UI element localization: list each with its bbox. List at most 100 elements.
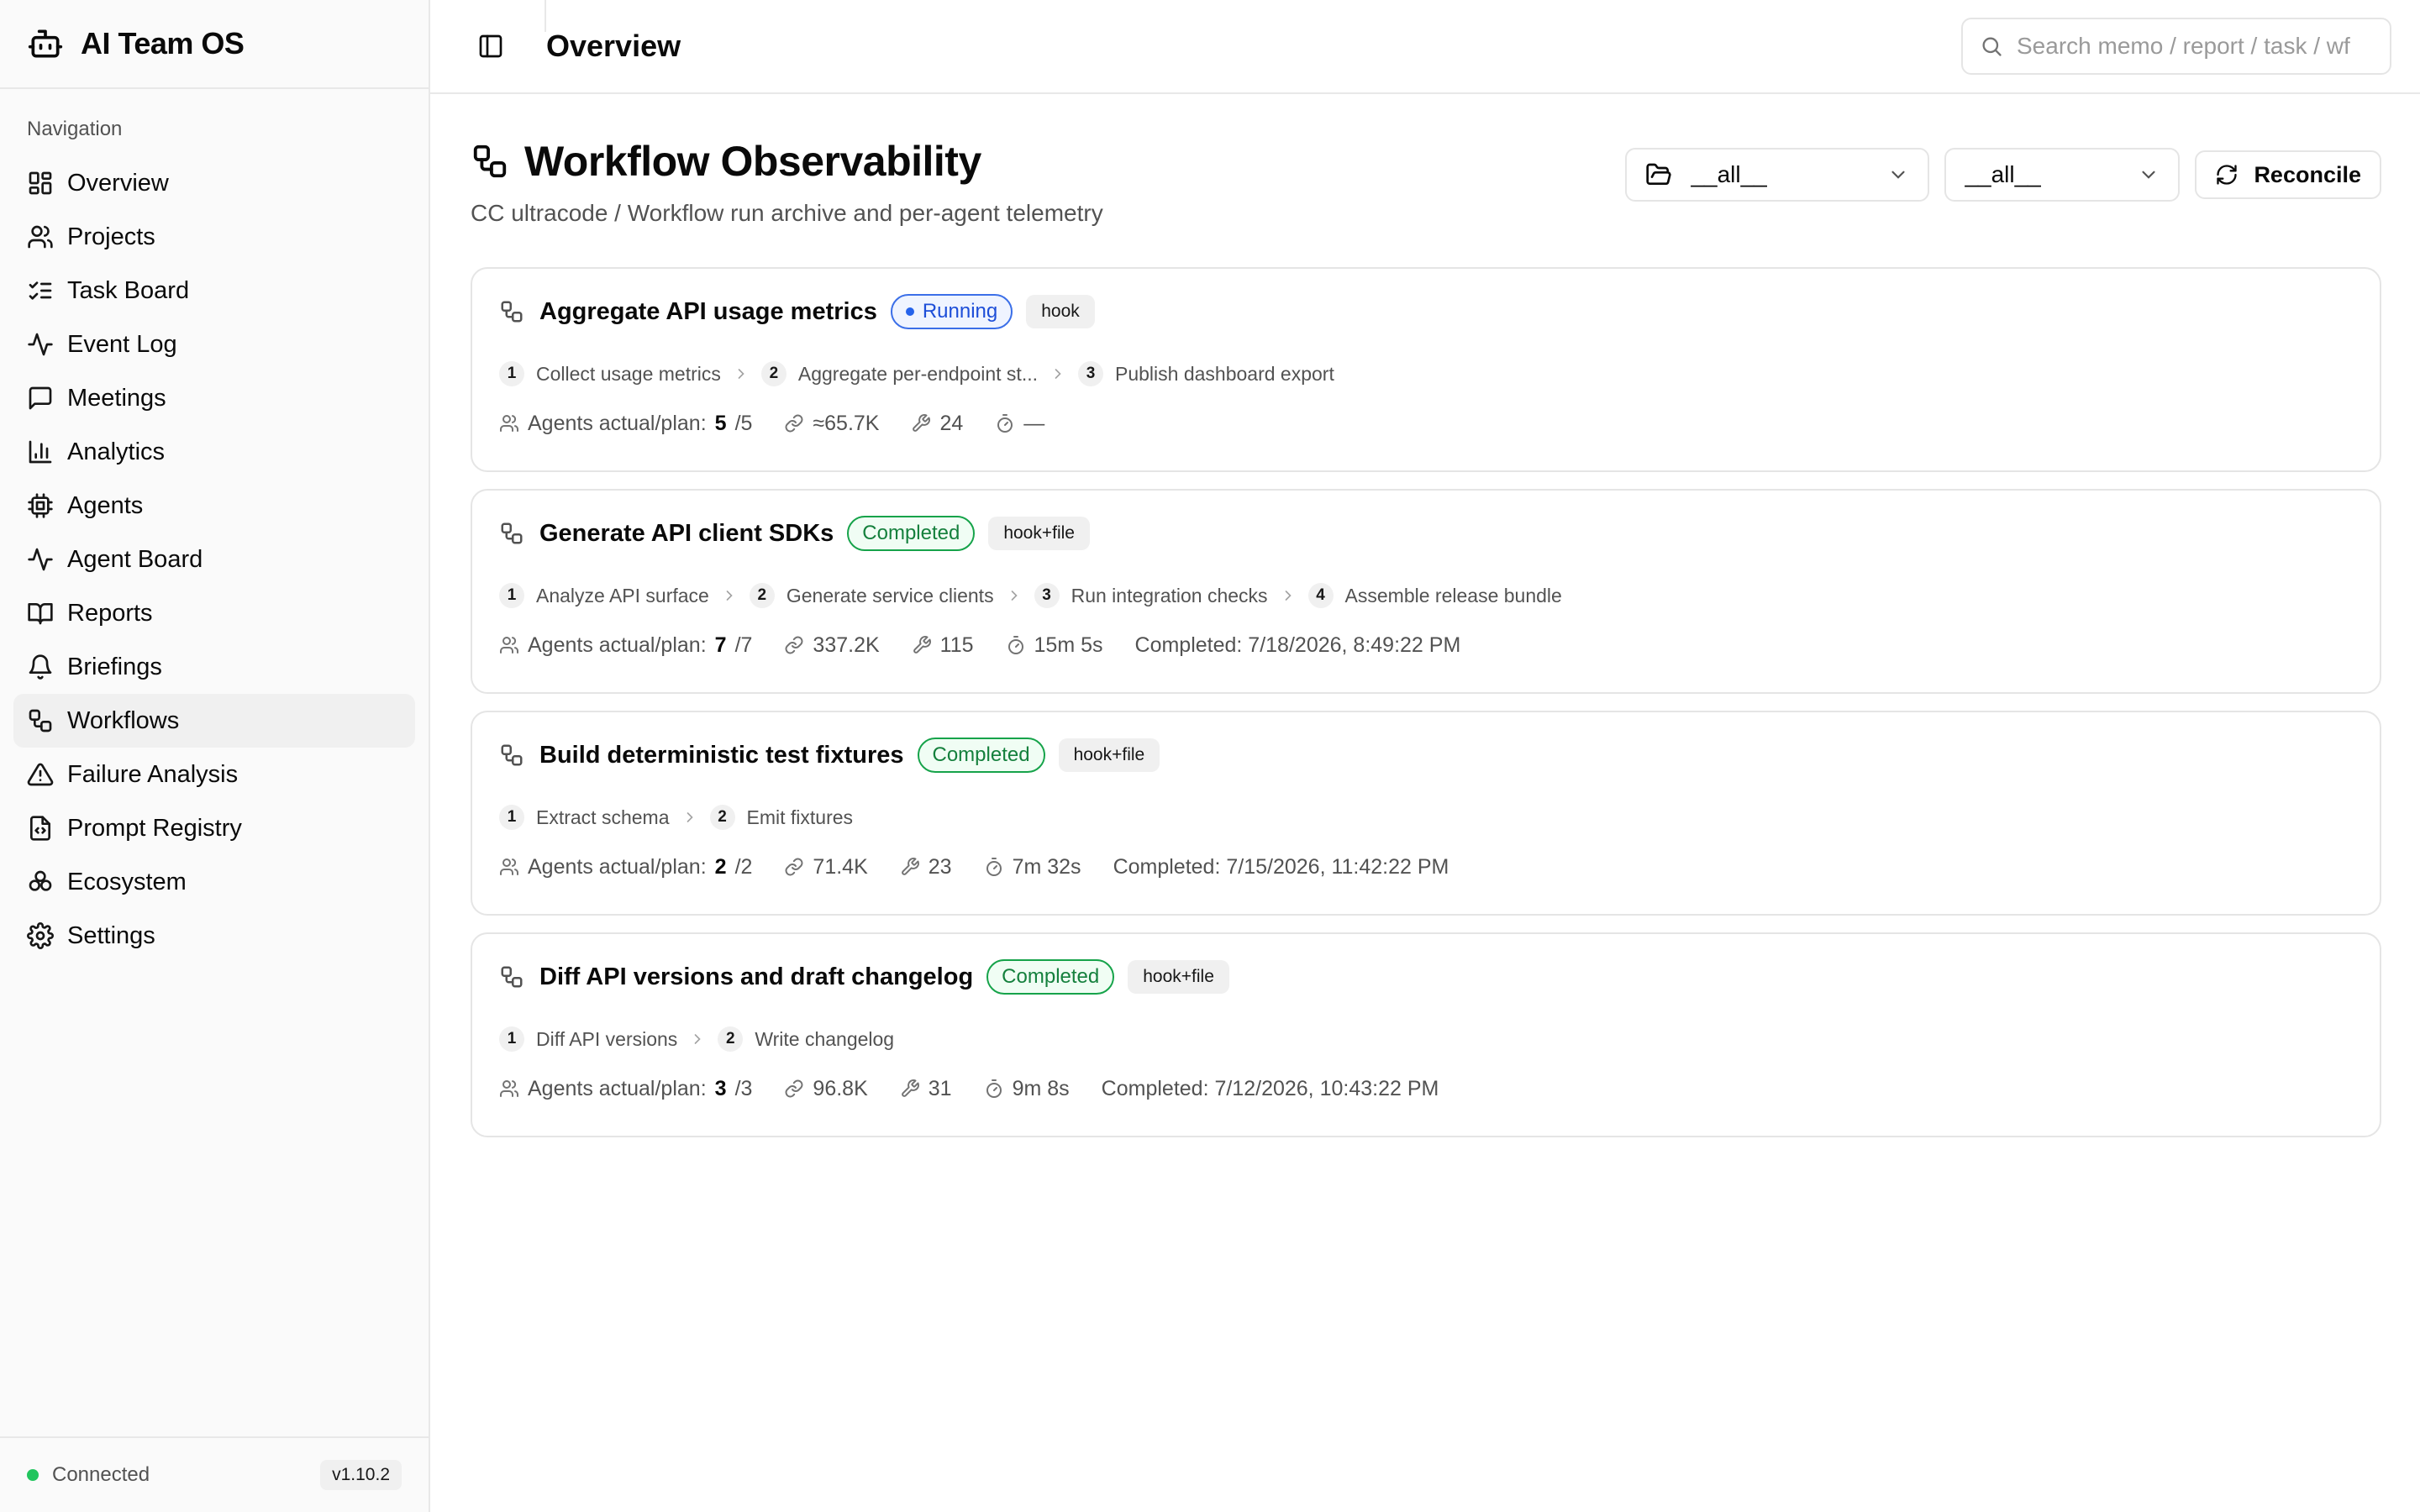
topbar-title: Overview	[546, 29, 681, 63]
step-number: 1	[499, 1026, 524, 1052]
folder-open-icon	[1646, 163, 1672, 185]
status-label: Completed	[932, 743, 1030, 766]
sidebar-toggle-button[interactable]	[464, 19, 518, 73]
workflow-step: 4 Assemble release bundle	[1307, 583, 1562, 608]
app-name: AI Team OS	[81, 26, 245, 60]
step-label: Diff API versions	[536, 1027, 678, 1050]
workflow-title[interactable]: Aggregate API usage metrics	[539, 298, 877, 326]
sidebar-item-label: Settings	[67, 921, 155, 949]
search-box[interactable]	[1961, 18, 2391, 75]
sidebar-item-reports[interactable]: Reports	[13, 586, 415, 640]
workflow-step: 1 Collect usage metrics	[499, 361, 721, 386]
main: Overview Workflow Observability CC ultra…	[430, 0, 2420, 1512]
brand[interactable]: AI Team OS	[0, 0, 429, 89]
project-filter-select[interactable]: __all__	[1625, 148, 1930, 202]
nav-heading: Navigation	[27, 118, 123, 140]
duration-stat: 7m 32s	[984, 855, 1081, 879]
step-number: 3	[1078, 361, 1103, 386]
chevron-right-icon	[726, 591, 733, 601]
sidebar-item-label: Event Log	[67, 330, 177, 358]
reconcile-button[interactable]: Reconcile	[2195, 150, 2381, 199]
sidebar-item-label: Reports	[67, 599, 153, 627]
sidebar-item-analytics[interactable]: Analytics	[13, 425, 415, 479]
workflow-steps: 1 Diff API versions 2 Write changelog	[499, 1025, 2353, 1053]
workflow-card[interactable]: Generate API client SDKs Completed hook+fi…	[471, 489, 2381, 694]
step-label: Assemble release bundle	[1344, 584, 1562, 606]
sidebar-item-task-board[interactable]: Task Board	[13, 264, 415, 318]
link-icon	[785, 414, 803, 433]
step-label: Extract schema	[536, 806, 670, 828]
status-badge: Running	[890, 294, 1013, 329]
step-label: Publish dashboard export	[1115, 362, 1334, 385]
search-input[interactable]	[2017, 33, 2373, 60]
agents-stat: Agents actual/plan: 5/5	[499, 412, 752, 436]
tokens-value: 337.2K	[813, 633, 880, 657]
step-number: 3	[1034, 583, 1060, 608]
sidebar-item-projects[interactable]: Projects	[13, 210, 415, 264]
status-filter-select[interactable]: __all__	[1944, 148, 2181, 202]
sidebar-item-ecosystem[interactable]: Ecosystem	[13, 855, 415, 909]
workflow-title[interactable]: Generate API client SDKs	[539, 520, 834, 548]
completed-stat: Completed: 7/15/2026, 11:42:22 PM	[1113, 855, 1449, 879]
wrench-icon	[913, 414, 931, 432]
sidebar-footer: Connected v1.10.2	[0, 1436, 429, 1512]
workflow-stats: Agents actual/plan: 2/2 71.4K 23 7m 32s Compl…	[499, 850, 2353, 884]
link-icon	[785, 636, 803, 654]
chevron-down-icon	[2142, 171, 2156, 179]
sidebar-item-event-log[interactable]: Event Log	[13, 318, 415, 371]
completed-time: Completed: 7/12/2026, 10:43:22 PM	[1101, 1076, 1439, 1100]
users-icon	[500, 637, 519, 654]
workflow-title[interactable]: Build deterministic test fixtures	[539, 742, 904, 769]
page-subtitle: CC ultracode / Workflow run archive and …	[471, 200, 1103, 226]
sidebar-item-failure-analysis[interactable]: Failure Analysis	[13, 748, 415, 801]
sidebar-item-overview[interactable]: Overview	[13, 156, 415, 210]
users-icon	[500, 415, 519, 432]
sidebar-item-settings[interactable]: Settings	[13, 909, 415, 963]
workflow-step: 1 Analyze API surface	[499, 583, 709, 608]
tokens-stat: 96.8K	[784, 1077, 868, 1101]
timer-icon	[986, 858, 1002, 876]
project-filter-value: __all__	[1691, 161, 1767, 187]
workflow-icon	[473, 144, 507, 178]
sidebar-item-prompt-registry[interactable]: Prompt Registry	[13, 801, 415, 855]
agents-label: Agents actual/plan:	[528, 633, 707, 657]
agents-label: Agents actual/plan:	[528, 1076, 707, 1100]
step-label: Analyze API surface	[536, 584, 709, 606]
sidebar-item-label: Meetings	[67, 384, 166, 412]
gear-icon	[27, 922, 54, 949]
timer-icon	[1007, 636, 1023, 654]
source-tag: hook+file	[1128, 960, 1229, 994]
chevron-right-icon	[687, 812, 693, 822]
link-icon	[785, 1079, 803, 1098]
bot-icon	[28, 29, 63, 58]
agents-actual: 3	[714, 1076, 727, 1100]
wrench-icon	[913, 636, 931, 654]
workflow-step: 2 Aggregate per-endpoint st...	[760, 361, 1038, 386]
completed-stat: Completed: 7/12/2026, 10:43:22 PM	[1102, 1077, 1439, 1101]
agents-plan: /2	[734, 854, 753, 879]
message-square-icon	[29, 386, 52, 410]
sidebar-item-meetings[interactable]: Meetings	[13, 371, 415, 425]
bell-icon	[29, 654, 52, 680]
sidebar-item-briefings[interactable]: Briefings	[13, 640, 415, 694]
sidebar-item-label: Workflows	[67, 706, 180, 734]
workflow-step: 1 Diff API versions	[499, 1026, 677, 1052]
workflow-title[interactable]: Diff API versions and draft changelog	[539, 963, 973, 991]
step-label: Write changelog	[755, 1027, 895, 1050]
wrench-icon	[901, 1079, 919, 1097]
workflow-card[interactable]: Build deterministic test fixtures Complet…	[471, 711, 2381, 916]
sidebar-item-label: Agents	[67, 491, 144, 519]
step-number: 2	[718, 1026, 744, 1052]
workflow-card-header: Build deterministic test fixtures Complet…	[499, 736, 2353, 774]
sidebar-item-agents[interactable]: Agents	[13, 479, 415, 533]
sidebar-item-label: Prompt Registry	[67, 814, 242, 842]
sidebar-item-label: Overview	[67, 169, 169, 197]
tool-calls-stat: 31	[900, 1077, 952, 1101]
workflow-card[interactable]: Diff API versions and draft changelog Com…	[471, 932, 2381, 1137]
sidebar-item-agent-board[interactable]: Agent Board	[13, 533, 415, 586]
workflow-card[interactable]: Aggregate API usage metrics Running hook 1 C…	[471, 267, 2381, 472]
source-tag: hook+file	[1058, 738, 1160, 772]
boxes-icon	[29, 870, 52, 891]
sidebar-item-workflows[interactable]: Workflows	[13, 694, 415, 748]
search-icon	[1982, 37, 2002, 56]
